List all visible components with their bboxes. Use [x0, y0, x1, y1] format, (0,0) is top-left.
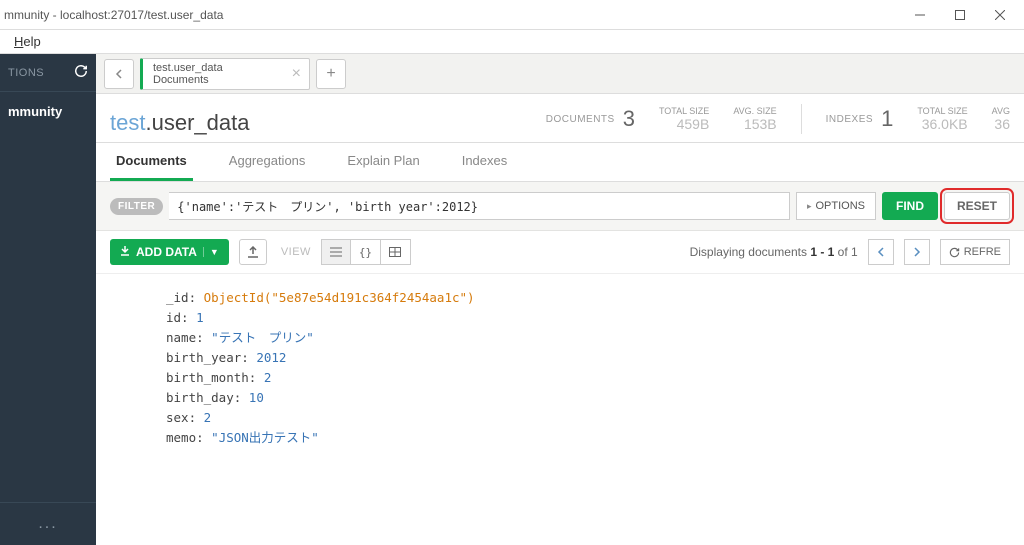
add-data-button[interactable]: ADD DATA ▼: [110, 239, 229, 265]
sidebar-item-label: mmunity: [8, 104, 62, 119]
document-field[interactable]: id: 1: [166, 308, 1010, 328]
stat-avg-size: AVG. SIZE 153B: [733, 106, 776, 132]
menu-help[interactable]: Help: [8, 32, 47, 51]
filter-bar: FILTER {'name':'テスト プリン', 'birth year':2…: [96, 182, 1024, 231]
window-maximize-button[interactable]: [940, 1, 980, 29]
sidebar-item-community[interactable]: mmunity: [0, 92, 96, 503]
documents-toolbar: ADD DATA ▼ VIEW {} Displaying docu: [96, 231, 1024, 274]
window-titlebar: mmunity - localhost:27017/test.user_data: [0, 0, 1024, 30]
sidebar-more-button[interactable]: ...: [0, 503, 96, 545]
subtab-aggregations[interactable]: Aggregations: [223, 143, 312, 181]
page-prev-button[interactable]: [868, 239, 894, 265]
sidebar-collections-header: TIONS: [0, 54, 96, 92]
tab-back-button[interactable]: [104, 59, 134, 89]
main-content: test.user_data Documents × + test.user_d…: [96, 54, 1024, 545]
list-icon: [330, 247, 342, 257]
view-label: VIEW: [281, 246, 311, 258]
download-icon: [120, 245, 130, 259]
stat-total-size: TOTAL SIZE 459B: [659, 106, 709, 132]
caret-right-icon: ▸: [807, 201, 812, 212]
document-field[interactable]: _id: ObjectId("5e87e54d191c364f2454aa1c"…: [166, 288, 1010, 308]
close-icon: [995, 10, 1005, 20]
sidebar-top-label: TIONS: [8, 67, 44, 79]
stat-documents: DOCUMENTS 3: [546, 106, 635, 132]
reset-button[interactable]: RESET: [944, 192, 1010, 220]
collection-header: test.user_data DOCUMENTS 3 TOTAL SIZE 45…: [96, 94, 1024, 143]
export-button[interactable]: [239, 239, 267, 265]
subtab-explain-plan[interactable]: Explain Plan: [341, 143, 425, 181]
view-list-button[interactable]: [321, 239, 351, 265]
stat-documents-label: DOCUMENTS: [546, 114, 615, 125]
options-button[interactable]: ▸ OPTIONS: [796, 192, 876, 220]
stat-idx-total-size: TOTAL SIZE 36.0KB: [917, 106, 967, 132]
document-field[interactable]: sex: 2: [166, 408, 1010, 428]
tab-close-button[interactable]: ×: [292, 65, 301, 83]
page-next-button[interactable]: [904, 239, 930, 265]
braces-icon: {}: [359, 246, 372, 259]
stat-documents-value: 3: [623, 106, 635, 132]
stat-indexes: INDEXES 1: [826, 106, 894, 132]
chevron-right-icon: [913, 247, 921, 257]
document-field[interactable]: birth_day: 10: [166, 388, 1010, 408]
window-title: mmunity - localhost:27017/test.user_data: [4, 8, 223, 22]
chevron-left-icon: [114, 69, 124, 79]
document-item[interactable]: _id: ObjectId("5e87e54d191c364f2454aa1c"…: [166, 288, 1010, 448]
tab-title: test.user_data: [153, 62, 269, 74]
collection-subtabs: Documents Aggregations Explain Plan Inde…: [96, 143, 1024, 182]
refresh-button[interactable]: REFRE: [940, 239, 1010, 265]
paging-text: Displaying documents 1 - 1 of 1: [690, 245, 858, 259]
window-minimize-button[interactable]: [900, 1, 940, 29]
document-field[interactable]: birth_year: 2012: [166, 348, 1010, 368]
find-button[interactable]: FIND: [882, 192, 938, 220]
subtab-indexes[interactable]: Indexes: [456, 143, 514, 181]
stat-indexes-value: 1: [881, 106, 893, 132]
filter-input[interactable]: {'name':'テスト プリン', 'birth year':2012}: [169, 192, 790, 220]
refresh-icon: [949, 247, 960, 258]
stat-divider: [801, 104, 802, 134]
view-json-button[interactable]: {}: [351, 239, 381, 265]
document-field[interactable]: birth_month: 2: [166, 368, 1010, 388]
minimize-icon: [915, 10, 925, 20]
window-close-button[interactable]: [980, 1, 1020, 29]
stat-idx-avg: AVG 36: [992, 106, 1010, 132]
sidebar: TIONS mmunity ...: [0, 54, 96, 545]
view-table-button[interactable]: [381, 239, 411, 265]
tab-add-button[interactable]: +: [316, 59, 346, 89]
stat-indexes-label: INDEXES: [826, 114, 873, 125]
menubar: Help: [0, 30, 1024, 54]
chevron-left-icon: [877, 247, 885, 257]
refresh-icon[interactable]: [74, 64, 88, 81]
export-icon: [247, 246, 259, 258]
tab-subtitle: Documents: [153, 74, 269, 86]
document-list: _id: ObjectId("5e87e54d191c364f2454aa1c"…: [96, 274, 1024, 462]
tab-bar: test.user_data Documents × +: [96, 54, 1024, 94]
subtab-documents[interactable]: Documents: [110, 143, 193, 181]
filter-pill: FILTER: [110, 198, 163, 215]
namespace-title: test.user_data: [110, 110, 249, 142]
namespace-db: test: [110, 110, 145, 135]
document-field[interactable]: memo: "JSON出力テスト": [166, 428, 1010, 448]
document-field[interactable]: name: "テスト プリン": [166, 328, 1010, 348]
view-mode-group: {}: [321, 239, 411, 265]
namespace-coll: user_data: [152, 110, 250, 135]
maximize-icon: [955, 10, 965, 20]
tab-collection[interactable]: test.user_data Documents ×: [140, 58, 310, 90]
chevron-down-icon: ▼: [203, 247, 219, 257]
table-icon: [389, 247, 401, 257]
